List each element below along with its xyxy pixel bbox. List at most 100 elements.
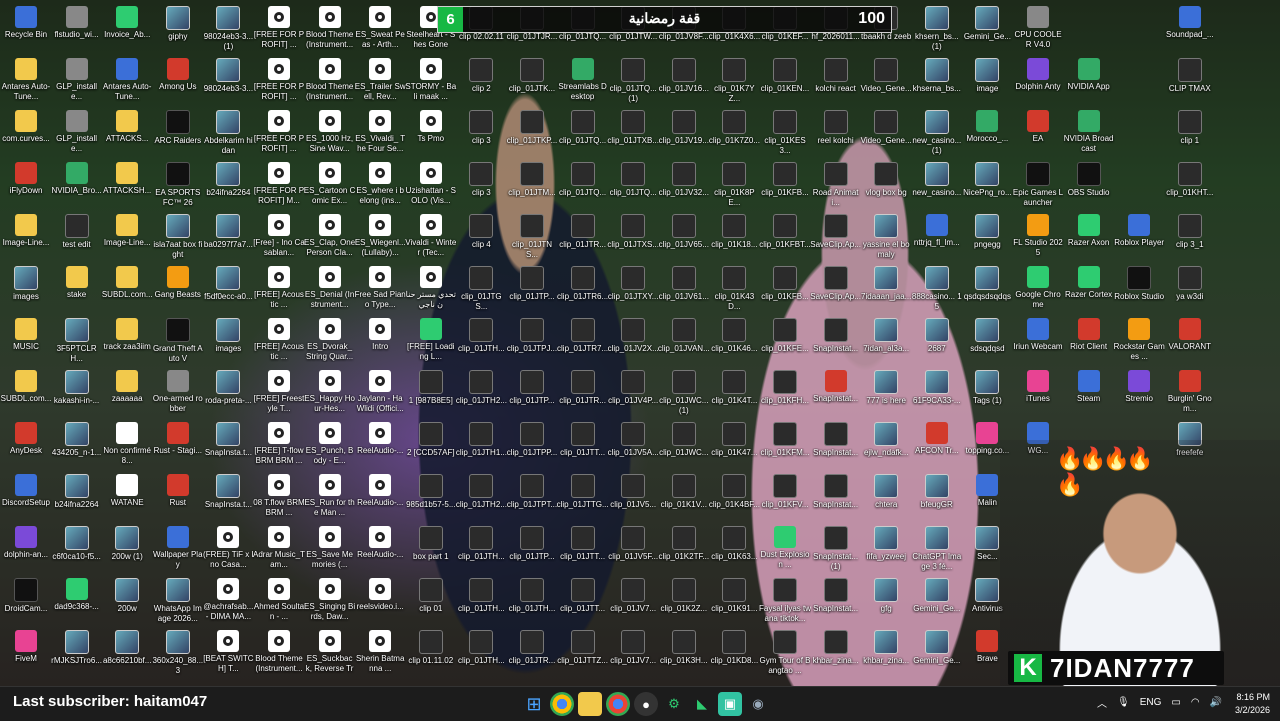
desktop-icon[interactable]: SnapInstat... <box>810 366 862 418</box>
desktop-icon[interactable]: clip_01K7Z0... <box>708 106 760 158</box>
chevron-up-icon[interactable]: ︿ <box>1097 695 1107 710</box>
desktop-icon[interactable]: clip_01KEN... <box>759 54 811 106</box>
desktop-icon[interactable]: Epic Games Launcher <box>1012 158 1064 210</box>
desktop-icon[interactable]: clip_01JTM... <box>506 158 558 210</box>
desktop-icon[interactable]: WATANE <box>101 470 153 522</box>
chrome-alt-taskbar-icon[interactable] <box>606 692 630 716</box>
desktop-icon[interactable]: khsern_bs... (1) <box>911 2 963 54</box>
desktop-icon[interactable]: Razer Axon <box>1063 210 1115 262</box>
desktop-icon[interactable]: Roblox Studio <box>1113 262 1165 314</box>
taskbar-clock[interactable]: 8:16 PM 3/2/2026 <box>1235 691 1270 717</box>
desktop-icon[interactable]: Soundpad_... <box>1164 2 1216 54</box>
desktop-icon[interactable]: clip_01JV7... <box>607 574 659 626</box>
desktop-icon[interactable]: kolchi react <box>810 54 862 106</box>
desktop-icon[interactable]: new_casino... <box>911 158 963 210</box>
desktop-icon[interactable]: clip_01JWC... <box>658 418 710 470</box>
desktop-icon[interactable]: Rockstar Games ... <box>1113 314 1165 366</box>
desktop-icon[interactable]: clip_01JTXB... <box>607 106 659 158</box>
desktop-icon[interactable]: Invoice_Ab... <box>101 2 153 54</box>
desktop-icon[interactable]: clip 1 <box>1164 106 1216 158</box>
desktop-icon[interactable]: AnyDesk <box>0 418 52 470</box>
desktop-icon[interactable]: a8c66210bf... <box>101 626 153 678</box>
display-icon[interactable]: ▭ <box>1171 697 1180 708</box>
desktop-icon[interactable]: clip_01JTT... <box>557 418 609 470</box>
desktop-icon[interactable]: flstudio_wi... <box>51 2 103 54</box>
desktop-icon[interactable]: تحدي مستر حنان ناجي <box>405 262 457 314</box>
desktop-icon[interactable]: ES_Run for the Man ... <box>304 470 356 522</box>
desktop-icon[interactable]: Morocco_... <box>961 106 1013 158</box>
desktop-icon[interactable]: clip_01JV61... <box>658 262 710 314</box>
desktop-icon[interactable]: [FREE FOR PROFIT] ... <box>253 54 305 106</box>
desktop-icon[interactable]: One-armed robber <box>152 366 204 418</box>
desktop-icon[interactable]: Image-Line... <box>0 210 52 262</box>
steam-taskbar-icon[interactable]: ◉ <box>746 692 770 716</box>
desktop-icon[interactable]: OBS Studio <box>1063 158 1115 210</box>
desktop-icon[interactable]: Video_Gene... <box>860 54 912 106</box>
desktop-icon[interactable]: image <box>961 54 1013 106</box>
desktop-icon[interactable]: clip_01JTH... <box>455 626 507 678</box>
desktop-icon[interactable]: ES_1000 Hz, Sine Wav... <box>304 106 356 158</box>
desktop-icon[interactable]: 200w (1) <box>101 522 153 574</box>
desktop-icon[interactable]: ChatGPT Image 3 fé... <box>911 522 963 574</box>
desktop-icon[interactable]: iTunes <box>1012 366 1064 418</box>
desktop-icon[interactable]: Road Animati... <box>810 158 862 210</box>
desktop-icon[interactable]: ES_where i belong (ins... <box>354 158 406 210</box>
desktop-icon[interactable]: ya w3di <box>1164 262 1216 314</box>
desktop-icon[interactable]: Burglin' Gnom... <box>1164 366 1216 418</box>
desktop-icon[interactable]: Tags (1) <box>961 366 1013 418</box>
desktop-icon[interactable]: Gemini_Ge... <box>911 574 963 626</box>
desktop-icon[interactable]: 777 is here <box>860 366 912 418</box>
desktop-icon[interactable]: SUBDL.com... <box>0 366 52 418</box>
desktop-icon[interactable]: clip_01JTP... <box>506 366 558 418</box>
desktop-icon[interactable]: SaveClip.Ap... <box>810 262 862 314</box>
desktop-icon[interactable]: test edit <box>51 210 103 262</box>
desktop-icon[interactable]: box part 1 <box>405 522 457 574</box>
desktop-icon[interactable]: NVIDIA App <box>1063 54 1115 106</box>
desktop-icon[interactable]: ES_Dvorak_ String Quar... <box>304 314 356 366</box>
desktop-icon[interactable]: clip 2 <box>455 54 507 106</box>
desktop-icon[interactable]: clip_01K91... <box>708 574 760 626</box>
desktop-icon[interactable]: nttrjq_fl_lm... <box>911 210 963 262</box>
desktop-icon[interactable]: SnapInstat... <box>810 574 862 626</box>
desktop-icon[interactable]: Sherin Batmanna ... <box>354 626 406 678</box>
windows-start-icon[interactable]: ⊞ <box>522 692 546 716</box>
microphone-icon[interactable]: 🎙 <box>1117 697 1130 708</box>
desktop-icon[interactable]: sdsqdqsd <box>961 314 1013 366</box>
desktop-icon[interactable]: zaaaaaa <box>101 366 153 418</box>
desktop-icon[interactable]: khserna_bs... <box>911 54 963 106</box>
desktop-icon[interactable]: images <box>0 262 52 314</box>
desktop-icon[interactable]: clip_01K2TF... <box>658 522 710 574</box>
desktop-icon[interactable]: SUBDL.com... <box>101 262 153 314</box>
desktop-icon[interactable]: Roblox Player <box>1113 210 1165 262</box>
desktop-icon[interactable]: 200w <box>101 574 153 626</box>
desktop-icon[interactable]: clip_01KFBT... <box>759 210 811 262</box>
desktop-icon[interactable]: Antares Auto-Tune... <box>0 54 52 106</box>
desktop-icon[interactable]: clip_01K8PE... <box>708 158 760 210</box>
desktop-icon[interactable]: Riot Client <box>1063 314 1115 366</box>
desktop-icon[interactable]: rMJKSJTro6... <box>51 626 103 678</box>
desktop-icon[interactable]: clip_01KES3... <box>759 106 811 158</box>
desktop-icon[interactable]: (FREE) TiF x Ino Casa... <box>202 522 254 574</box>
desktop-icon[interactable]: clip_01JTQ... <box>557 158 609 210</box>
desktop-icon[interactable]: clip_01KFB... <box>759 262 811 314</box>
desktop-icon[interactable]: khbar_zina... <box>810 626 862 678</box>
desktop-icon[interactable]: clip_01JTT... <box>557 574 609 626</box>
desktop-icon[interactable]: ES_Save Memories (... <box>304 522 356 574</box>
desktop-icon[interactable]: 888casino... 1 5 <box>911 262 963 314</box>
desktop-icon[interactable]: clip_01JTQ... <box>557 106 609 158</box>
desktop-icon[interactable]: pngegg <box>961 210 1013 262</box>
desktop-icon[interactable]: Blood Theme (Instrument... <box>304 54 356 106</box>
desktop-icon[interactable]: [FREE] Acoustic ... <box>253 314 305 366</box>
desktop-icon[interactable]: Faysal ilyas twana tiktok... <box>759 574 811 626</box>
desktop-icon[interactable]: ES_Trailer Swell, Rev... <box>354 54 406 106</box>
desktop-icon[interactable]: qsdqsdsqdqs <box>961 262 1013 314</box>
desktop-icon[interactable]: Antares Auto-Tune... <box>101 54 153 106</box>
desktop-icon[interactable]: 98024eb3-3... (1) <box>202 2 254 54</box>
desktop-icon[interactable]: clip_01JV7... <box>607 626 659 678</box>
desktop-icon[interactable]: Uzishattan - SOLO (Vis... <box>405 158 457 210</box>
desktop-icon[interactable]: [FREE FOR PROFIT] ... <box>253 2 305 54</box>
desktop-icon[interactable]: clip_01JTKP... <box>506 106 558 158</box>
desktop-icon[interactable]: clip_01K43D... <box>708 262 760 314</box>
desktop-icon[interactable]: b24ifna2264 <box>202 158 254 210</box>
desktop-icon[interactable]: Abdelkarim hidan <box>202 106 254 158</box>
